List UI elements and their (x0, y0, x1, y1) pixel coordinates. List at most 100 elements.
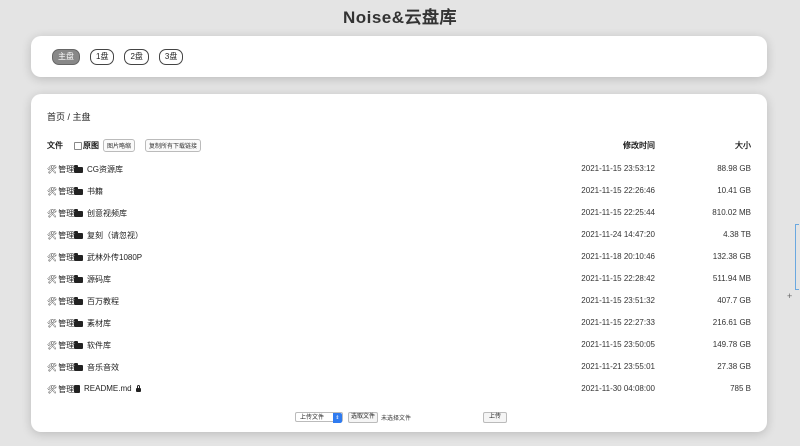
upload-bar: 上传文件 ⇕ 选取文件 未选择文件 上传 (31, 412, 767, 424)
folder-icon (74, 362, 83, 371)
manage-link[interactable]: 🛠 管理 (47, 318, 74, 329)
wrench-icon: 🛠 (47, 253, 58, 262)
row-time: 2021-11-24 14:47:20 (581, 230, 655, 239)
manage-link[interactable]: 🛠 管理 (47, 186, 74, 197)
row-time: 2021-11-21 23:55:01 (581, 362, 655, 371)
table-row: 🛠 管理 复刻（请忽视） 2021-11-24 14:47:20 4.38 TB (47, 226, 751, 248)
row-time: 2021-11-15 23:53:12 (581, 164, 655, 173)
header-time: 修改时间 (623, 141, 655, 150)
upload-button[interactable]: 上传 (483, 412, 508, 423)
original-label: 原图 (83, 141, 99, 150)
wrench-icon: 🛠 (47, 187, 58, 196)
disk-tab-1[interactable]: 1盘 (90, 49, 115, 65)
chevron-updown-icon: ⇕ (333, 413, 342, 423)
manage-link[interactable]: 🛠 管理 (47, 362, 74, 373)
manage-link[interactable]: 🛠 管理 (47, 340, 74, 351)
file-link[interactable]: CG资源库 (74, 164, 123, 175)
table-row: 🛠 管理 CG资源库 2021-11-15 23:53:12 88.98 GB (47, 160, 751, 182)
file-list-panel: 首页 / 主盘 文件 原图 图片略缩 复制所有下载链接 修改时间 大小 🛠 管理 … (31, 94, 767, 432)
choose-file-button[interactable]: 选取文件 (348, 412, 379, 423)
manage-link[interactable]: 🛠 管理 (47, 230, 74, 241)
thumbnail-button[interactable]: 图片略缩 (103, 139, 136, 152)
row-size: 810.02 MB (712, 208, 751, 217)
disk-panel: 主盘 1盘 2盘 3盘 (31, 36, 767, 77)
table-row: 🛠 管理 素材库 2021-11-15 22:27:33 216.61 GB (47, 314, 751, 336)
row-size: 27.38 GB (717, 362, 751, 371)
wrench-icon: 🛠 (47, 209, 58, 218)
folder-icon (74, 208, 83, 217)
header-file: 文件 (47, 141, 63, 150)
file-link[interactable]: 复刻（请忽视） (74, 230, 143, 241)
file-link[interactable]: 武林外传1080P (74, 252, 142, 263)
original-toggle[interactable]: 原图 (74, 140, 99, 151)
row-size: 511.94 MB (712, 274, 751, 283)
row-time: 2021-11-15 22:26:46 (581, 186, 655, 195)
wrench-icon: 🛠 (47, 165, 58, 174)
lock-icon (135, 384, 141, 392)
file-link[interactable]: 创意视频库 (74, 208, 127, 219)
table-row: 🛠 管理 百万教程 2021-11-15 23:51:32 407.7 GB (47, 292, 751, 314)
file-link[interactable]: 源码库 (74, 274, 111, 285)
table-row: 🛠 管理 软件库 2021-11-15 23:50:05 149.78 GB (47, 336, 751, 358)
file-link[interactable]: 音乐音效 (74, 362, 119, 373)
original-checkbox[interactable] (74, 141, 82, 150)
crosshair-cursor-icon: + (787, 291, 793, 301)
row-size: 132.38 GB (712, 252, 751, 261)
file-link[interactable]: 软件库 (74, 340, 111, 351)
manage-link[interactable]: 🛠 管理 (47, 384, 74, 395)
disk-tab-main[interactable]: 主盘 (52, 49, 80, 65)
row-time: 2021-11-15 22:25:44 (581, 208, 655, 217)
table-row: 🛠 管理 创意视频库 2021-11-15 22:25:44 810.02 MB (47, 204, 751, 226)
breadcrumb: 首页 / 主盘 (47, 112, 91, 122)
folder-icon (74, 340, 83, 349)
wrench-icon: 🛠 (47, 363, 58, 372)
copy-links-button[interactable]: 复制所有下载链接 (145, 139, 202, 152)
disk-tab-2[interactable]: 2盘 (124, 49, 149, 65)
disk-tab-3[interactable]: 3盘 (158, 49, 184, 65)
row-size: 88.98 GB (717, 164, 751, 173)
row-time: 2021-11-15 22:28:42 (581, 274, 655, 283)
folder-icon (74, 274, 83, 283)
table-row: 🛠 管理 武林外传1080P 2021-11-18 20:10:46 132.38… (47, 248, 751, 270)
row-time: 2021-11-15 22:27:33 (581, 318, 655, 327)
manage-link[interactable]: 🛠 管理 (47, 164, 74, 175)
upload-type-select[interactable]: 上传文件 ⇕ (295, 412, 343, 423)
row-size: 149.78 GB (712, 340, 751, 349)
row-size: 407.7 GB (717, 296, 751, 305)
row-size: 216.61 GB (712, 318, 751, 327)
file-link[interactable]: 百万教程 (74, 296, 119, 307)
page-title: Noise&云盘库 (342, 8, 458, 25)
manage-link[interactable]: 🛠 管理 (47, 296, 74, 307)
header-size: 大小 (735, 141, 751, 150)
file-link[interactable]: README.md (74, 384, 141, 393)
wrench-icon: 🛠 (47, 231, 58, 240)
folder-icon (74, 296, 83, 305)
row-size: 785 B (730, 384, 751, 393)
wrench-icon: 🛠 (47, 275, 58, 284)
window-edge (795, 224, 799, 290)
wrench-icon: 🛠 (47, 385, 58, 394)
wrench-icon: 🛠 (47, 297, 58, 306)
row-time: 2021-11-15 23:51:32 (581, 296, 655, 305)
row-time: 2021-11-18 20:10:46 (581, 252, 655, 261)
table-row: 🛠 管理 音乐音效 2021-11-21 23:55:01 27.38 GB (47, 358, 751, 380)
file-link[interactable]: 书籍 (74, 186, 103, 197)
disk-tabs: 主盘 1盘 2盘 3盘 (52, 49, 184, 65)
file-rows: 🛠 管理 CG资源库 2021-11-15 23:53:12 88.98 GB 🛠… (47, 160, 751, 402)
table-row: 🛠 管理 源码库 2021-11-15 22:28:42 511.94 MB (47, 270, 751, 292)
row-size: 4.38 TB (723, 230, 751, 239)
file-link[interactable]: 素材库 (74, 318, 111, 329)
wrench-icon: 🛠 (47, 319, 58, 328)
row-time: 2021-11-15 23:50:05 (581, 340, 655, 349)
manage-link[interactable]: 🛠 管理 (47, 274, 74, 285)
folder-icon (74, 164, 83, 173)
manage-link[interactable]: 🛠 管理 (47, 208, 74, 219)
row-time: 2021-11-30 04:08:00 (581, 384, 655, 393)
table-row: 🛠 管理 书籍 2021-11-15 22:26:46 10.41 GB (47, 182, 751, 204)
folder-icon (74, 230, 83, 239)
wrench-icon: 🛠 (47, 341, 58, 350)
manage-link[interactable]: 🛠 管理 (47, 252, 74, 263)
row-size: 10.41 GB (717, 186, 751, 195)
no-file-label: 未选择文件 (381, 416, 412, 422)
folder-icon (74, 186, 83, 195)
